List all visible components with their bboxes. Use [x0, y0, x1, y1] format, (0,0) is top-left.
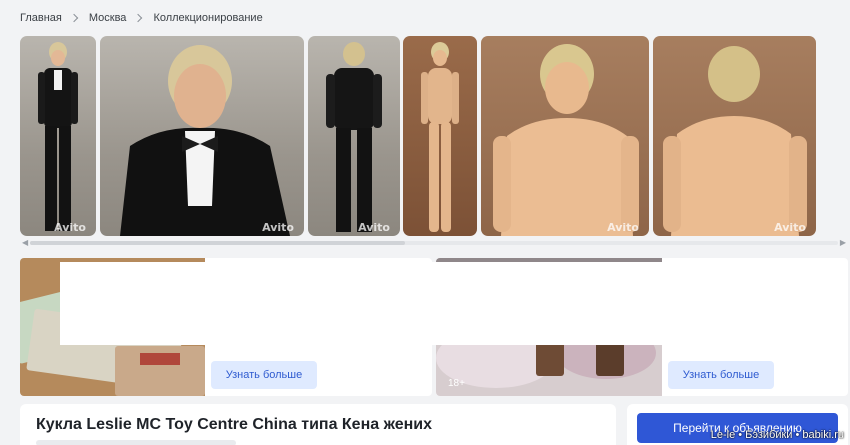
listing-title: Кукла Leslie MC Toy Centre China типа Ке… [36, 416, 433, 433]
avito-watermark: Avito [262, 221, 294, 234]
site-watermark: Le-le • Бэзибики • babiki.ru [710, 429, 844, 441]
doll-nude-full-image [421, 42, 459, 232]
gallery-photo[interactable]: Avito [481, 36, 649, 236]
redacted-area [60, 262, 848, 345]
gallery-scrollbar[interactable] [30, 241, 838, 245]
gallery-photo[interactable]: Avito [653, 36, 816, 236]
photo-gallery: Avito Avito Avito Avito Avito ◀ ▶ [20, 36, 848, 247]
avito-watermark: Avito [607, 221, 639, 234]
scrollbar-thumb[interactable] [30, 241, 405, 245]
breadcrumb-category[interactable]: Коллекционирование [153, 12, 262, 24]
chevron-right-icon [69, 13, 79, 23]
scroll-left-icon[interactable]: ◀ [22, 238, 28, 247]
listing-title-card: Кукла Leslie MC Toy Centre China типа Ке… [20, 404, 616, 445]
gallery-photo[interactable]: Avito [100, 36, 304, 236]
gallery-photo[interactable]: Avito [20, 36, 96, 236]
breadcrumb: Главная Москва Коллекционирование [20, 10, 263, 26]
doll-tuxedo-closeup-image [120, 45, 290, 236]
doll-tuxedo-full-image [38, 42, 78, 231]
gallery-photo[interactable] [403, 36, 477, 236]
avito-watermark: Avito [54, 221, 86, 234]
avito-watermark: Avito [358, 221, 390, 234]
gallery-photo[interactable]: Avito [308, 36, 400, 236]
age-rating-badge: 18+ [448, 378, 465, 389]
breadcrumb-home[interactable]: Главная [20, 12, 62, 24]
breadcrumb-city[interactable]: Москва [89, 12, 127, 24]
learn-more-button[interactable]: Узнать больше [211, 361, 317, 389]
doll-tuxedo-back-image [326, 42, 382, 232]
listing-subtitle-placeholder [36, 440, 236, 445]
chevron-right-icon [134, 13, 143, 23]
avito-watermark: Avito [774, 221, 806, 234]
learn-more-button[interactable]: Узнать больше [668, 361, 774, 389]
doll-torso-front-image [493, 44, 639, 236]
scroll-right-icon[interactable]: ▶ [840, 238, 846, 247]
doll-torso-back-image [663, 46, 807, 236]
